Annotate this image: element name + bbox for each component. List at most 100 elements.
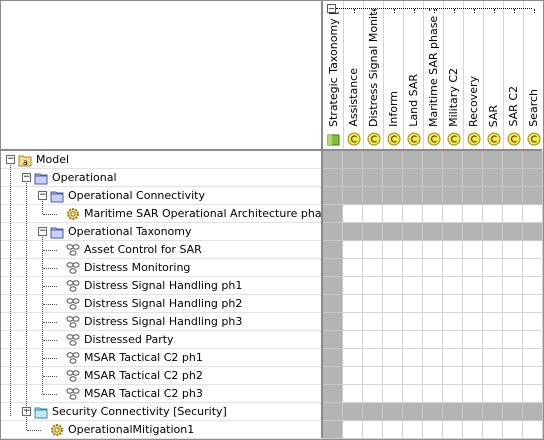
matrix-cell[interactable] (323, 295, 343, 313)
column-header[interactable]: Distress Signal Monitori (364, 1, 384, 149)
matrix-cell[interactable] (483, 277, 503, 295)
tree-row[interactable]: − Operational Connectivity (1, 187, 321, 205)
matrix-cell[interactable] (483, 187, 503, 205)
matrix-cell[interactable] (463, 403, 483, 421)
matrix-cell[interactable] (523, 349, 543, 367)
matrix-cell[interactable] (343, 331, 363, 349)
matrix-cell[interactable] (443, 151, 463, 169)
matrix-cell[interactable] (443, 295, 463, 313)
matrix-cell[interactable] (423, 241, 443, 259)
matrix-cell[interactable] (503, 259, 523, 277)
matrix-cell[interactable] (443, 421, 463, 439)
column-collapse-toggle[interactable]: − (327, 4, 336, 13)
matrix-cell[interactable] (463, 367, 483, 385)
matrix-cell[interactable] (423, 187, 443, 205)
matrix-cell[interactable] (343, 241, 363, 259)
matrix-cell[interactable] (323, 223, 343, 241)
matrix-cell[interactable] (343, 421, 363, 439)
matrix-cell[interactable] (503, 187, 523, 205)
matrix-cell[interactable] (503, 349, 523, 367)
matrix-cell[interactable] (463, 421, 483, 439)
matrix-cell[interactable] (463, 295, 483, 313)
matrix-cell[interactable] (423, 259, 443, 277)
matrix-cell[interactable] (343, 367, 363, 385)
tree-row[interactable]: − Operational Taxonomy (1, 223, 321, 241)
matrix-cell[interactable] (343, 205, 363, 223)
matrix-cell[interactable] (443, 367, 463, 385)
matrix-cell[interactable] (403, 241, 423, 259)
matrix-cell[interactable] (403, 187, 423, 205)
matrix-cell[interactable] (423, 205, 443, 223)
matrix-cell[interactable] (463, 385, 483, 403)
matrix-cell[interactable] (503, 313, 523, 331)
tree-row[interactable]: OperationalMitigation1 (1, 421, 321, 439)
matrix-cell[interactable] (343, 187, 363, 205)
matrix-cell[interactable] (383, 259, 403, 277)
matrix-cell[interactable] (463, 259, 483, 277)
vertical-splitter[interactable] (321, 1, 323, 438)
matrix-cell[interactable] (443, 169, 463, 187)
matrix-cell[interactable] (523, 367, 543, 385)
matrix-cell[interactable] (423, 151, 443, 169)
tree-row[interactable]: Distress Signal Handling ph3 (1, 313, 321, 331)
tree-row[interactable]: Maritime SAR Operational Architecture ph… (1, 205, 341, 223)
matrix-cell[interactable] (523, 313, 543, 331)
column-header[interactable]: Land SAR (404, 1, 424, 149)
matrix-cell[interactable] (423, 349, 443, 367)
matrix-cell[interactable] (443, 331, 463, 349)
matrix-cell[interactable] (443, 277, 463, 295)
matrix-cell[interactable] (383, 187, 403, 205)
matrix-cell[interactable] (343, 259, 363, 277)
matrix-cell[interactable] (323, 331, 343, 349)
matrix-cell[interactable] (463, 277, 483, 295)
tree-row[interactable]: MSAR Tactical C2 ph1 (1, 349, 321, 367)
matrix-cell[interactable] (443, 403, 463, 421)
matrix-cell[interactable] (383, 313, 403, 331)
matrix-cell[interactable] (363, 223, 383, 241)
matrix-cell[interactable] (383, 151, 403, 169)
matrix-cell[interactable] (343, 313, 363, 331)
matrix-cell[interactable] (403, 223, 423, 241)
matrix-cell[interactable] (503, 421, 523, 439)
matrix-cell[interactable] (423, 403, 443, 421)
matrix-cell[interactable] (323, 367, 343, 385)
matrix-cell[interactable] (443, 259, 463, 277)
matrix-cell[interactable] (483, 367, 503, 385)
matrix-cell[interactable] (423, 295, 443, 313)
horizontal-splitter[interactable] (1, 149, 542, 151)
matrix-cell[interactable] (323, 241, 343, 259)
tree-row[interactable]: Distress Signal Handling ph1 (1, 277, 321, 295)
matrix-cell[interactable] (403, 331, 423, 349)
matrix-cell[interactable] (443, 205, 463, 223)
matrix-cell[interactable] (423, 277, 443, 295)
column-header[interactable]: Assistance (344, 1, 364, 149)
matrix-cell[interactable] (403, 277, 423, 295)
matrix-cell[interactable] (503, 151, 523, 169)
tree-row[interactable]: Distressed Party (1, 331, 321, 349)
matrix-cell[interactable] (363, 187, 383, 205)
matrix-cell[interactable] (463, 187, 483, 205)
matrix-cell[interactable] (463, 223, 483, 241)
matrix-cell[interactable] (383, 367, 403, 385)
matrix-cell[interactable] (503, 331, 523, 349)
matrix-cell[interactable] (363, 367, 383, 385)
matrix-cell[interactable] (503, 403, 523, 421)
collapse-toggle[interactable]: − (22, 173, 31, 182)
tree-row[interactable]: MSAR Tactical C2 ph3 (1, 385, 321, 403)
matrix-cell[interactable] (323, 151, 343, 169)
matrix-cell[interactable] (343, 223, 363, 241)
matrix-cell[interactable] (503, 277, 523, 295)
matrix-cell[interactable] (503, 295, 523, 313)
matrix-cell[interactable] (483, 349, 503, 367)
matrix-cell[interactable] (343, 151, 363, 169)
matrix-cell[interactable] (343, 169, 363, 187)
matrix-cell[interactable] (443, 385, 463, 403)
matrix-cell[interactable] (463, 205, 483, 223)
matrix-cell[interactable] (323, 385, 343, 403)
matrix-cell[interactable] (323, 277, 343, 295)
matrix-cell[interactable] (403, 403, 423, 421)
matrix-cell[interactable] (483, 205, 503, 223)
matrix-cell[interactable] (343, 295, 363, 313)
matrix-cell[interactable] (503, 205, 523, 223)
matrix-cell[interactable] (523, 259, 543, 277)
